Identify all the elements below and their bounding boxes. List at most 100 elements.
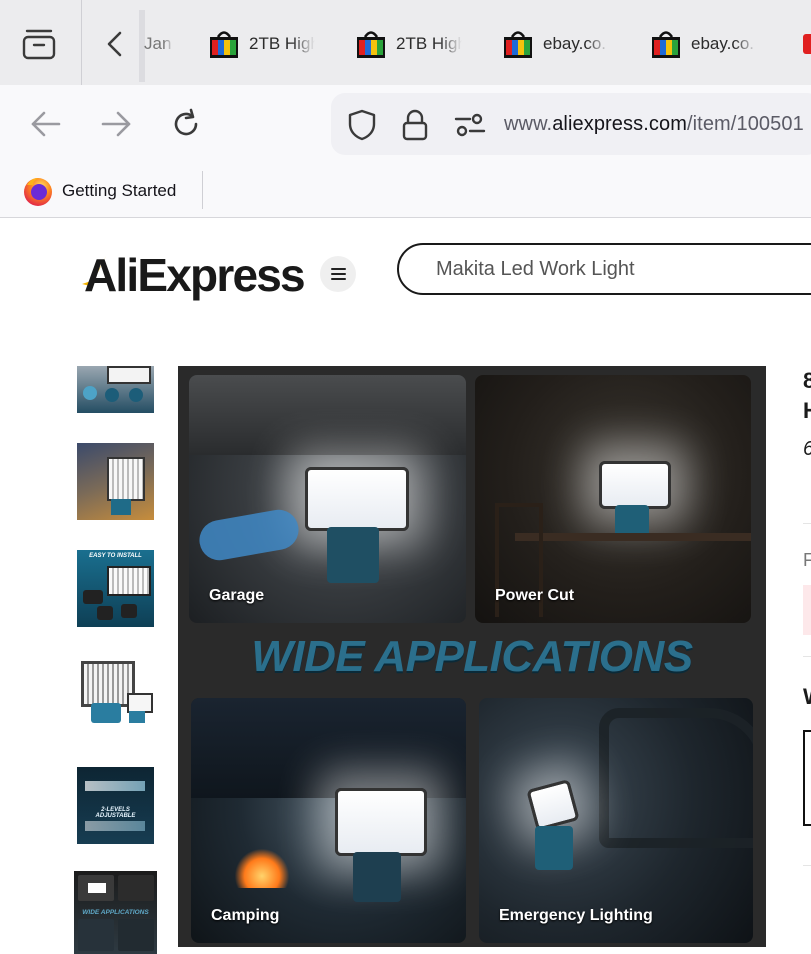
shopping-bag-icon — [357, 31, 385, 58]
panel-emergency-lighting: Emergency Lighting — [479, 698, 753, 943]
product-title-fragment: 8 — [803, 368, 811, 393]
tab-ebay-2[interactable]: ebay.co. — [651, 26, 757, 62]
menu-line — [331, 268, 346, 270]
price-label-fragment: F — [803, 550, 811, 570]
car-underside — [189, 375, 466, 455]
panel-label: Garage — [209, 587, 265, 604]
panel-camping: Camping — [191, 698, 466, 943]
lock-icon[interactable] — [402, 109, 428, 141]
back-arrow-icon[interactable] — [30, 109, 62, 139]
shopping-bag-icon — [652, 31, 680, 58]
search-input-value: Makita Led Work Light — [436, 258, 635, 280]
work-light-lamp — [599, 461, 671, 509]
bookmark-label: Getting Started — [62, 181, 177, 200]
divider — [803, 523, 811, 524]
excavator — [599, 708, 753, 848]
product-thumbnail-3[interactable]: EASY TO INSTALL — [77, 550, 154, 627]
tab-label: 2TB High — [249, 34, 315, 53]
product-main-image[interactable]: Garage Power Cut WIDE APPLICATIONS Campi… — [178, 366, 766, 947]
url-host: aliexpress.com — [552, 113, 687, 135]
battery-base — [535, 826, 573, 870]
url-prefix: www. — [504, 113, 553, 135]
thumb-small-base — [129, 711, 145, 723]
thumb-battery — [121, 604, 137, 618]
thumb-light-beam — [85, 781, 145, 791]
chevron-left-icon[interactable] — [104, 30, 126, 58]
product-thumbnail-5[interactable]: 2-LEVELS ADJUSTABLE — [77, 767, 154, 844]
url-text[interactable]: www.aliexpress.com/item/100501 — [504, 113, 804, 136]
product-thumbnail-1[interactable] — [77, 366, 154, 413]
thumbnail-caption: WIDE APPLICATIONS — [82, 909, 149, 916]
tab-jan[interactable]: Jan — [144, 26, 174, 62]
gloved-hands — [196, 506, 302, 564]
variant-option-fragment[interactable] — [803, 730, 811, 826]
tab-partial[interactable] — [803, 26, 811, 62]
bookmarks-bar: Getting Started — [0, 163, 811, 218]
thumb-lamp — [88, 883, 106, 893]
thumb-battery-base — [91, 703, 121, 723]
reload-icon[interactable] — [170, 108, 202, 140]
menu-line — [331, 278, 346, 280]
thumb-battery — [83, 590, 103, 604]
thumb-feature-dot — [83, 386, 97, 400]
work-light-lamp — [526, 779, 580, 831]
panel-power-cut: Power Cut — [475, 375, 751, 623]
permissions-icon[interactable] — [454, 113, 486, 137]
tab-ebay-1[interactable]: ebay.co. — [503, 26, 609, 62]
tab-bar: Jan 2TB High 2TB High ebay.co. ebay.co. — [0, 0, 811, 85]
thumb-lamp — [107, 366, 151, 384]
thumb-battery — [97, 606, 113, 620]
thumb-feature-dot — [105, 388, 119, 402]
forest-sky — [191, 698, 466, 798]
tab-label: Jan — [144, 34, 172, 53]
campfire — [235, 848, 289, 888]
thumb-panel — [118, 875, 154, 901]
work-light-lamp — [335, 788, 427, 856]
thumb-small-lamp — [127, 693, 153, 713]
shopping-bag-icon — [210, 31, 238, 58]
tab-2tb-high-1[interactable]: 2TB High — [209, 26, 315, 62]
thumbnail-caption: 2-LEVELS ADJUSTABLE — [95, 807, 136, 819]
menu-line — [331, 273, 346, 275]
table — [515, 533, 751, 541]
aliexpress-logo[interactable]: AliExpress — [84, 248, 306, 302]
product-thumbnail-4[interactable] — [77, 657, 154, 734]
hamburger-menu-button[interactable] — [320, 256, 356, 292]
divider — [803, 865, 811, 866]
price-banner-fragment — [803, 585, 811, 635]
variant-label-fragment: W — [803, 684, 811, 710]
product-thumbnail-6-selected[interactable]: WIDE APPLICATIONS — [74, 871, 157, 954]
rating-fragment: 6 — [803, 438, 811, 461]
tab-label: ebay.co. — [543, 34, 607, 53]
panel-label: Camping — [211, 907, 280, 924]
battery-base — [327, 527, 379, 583]
tab-label: 2TB High — [396, 34, 462, 53]
work-light-lamp — [305, 467, 409, 531]
tab-tray-icon — [22, 29, 56, 60]
thumbnail-caption: EASY TO INSTALL — [89, 553, 142, 559]
thumb-feature-dot — [129, 388, 143, 402]
shopping-bag-icon — [504, 31, 532, 58]
thumb-led-panel — [107, 566, 151, 596]
panel-garage: Garage — [189, 375, 466, 623]
tab-overview-button[interactable] — [0, 0, 82, 85]
thumb-led-panel — [107, 457, 145, 501]
battery-base — [353, 852, 401, 902]
tab-2tb-high-2[interactable]: 2TB High — [356, 26, 462, 62]
favicon-partial-icon — [803, 34, 811, 54]
thumb-panel — [118, 919, 154, 951]
main-image-title: WIDE APPLICATIONS — [251, 632, 693, 681]
divider — [803, 656, 811, 657]
bookmark-separator — [202, 171, 203, 209]
thumb-light-beam — [85, 821, 145, 831]
thumb-panel — [78, 919, 114, 951]
tab-label: ebay.co. — [691, 34, 755, 53]
thumb-battery-base — [111, 499, 131, 515]
shield-icon[interactable] — [347, 109, 377, 141]
product-title-fragment: H — [803, 398, 811, 423]
forward-arrow-icon[interactable] — [100, 109, 132, 139]
product-thumbnail-2[interactable] — [77, 443, 154, 520]
firefox-icon — [24, 178, 52, 206]
bookmark-getting-started[interactable]: Getting Started — [22, 175, 176, 207]
panel-label: Power Cut — [495, 587, 575, 604]
